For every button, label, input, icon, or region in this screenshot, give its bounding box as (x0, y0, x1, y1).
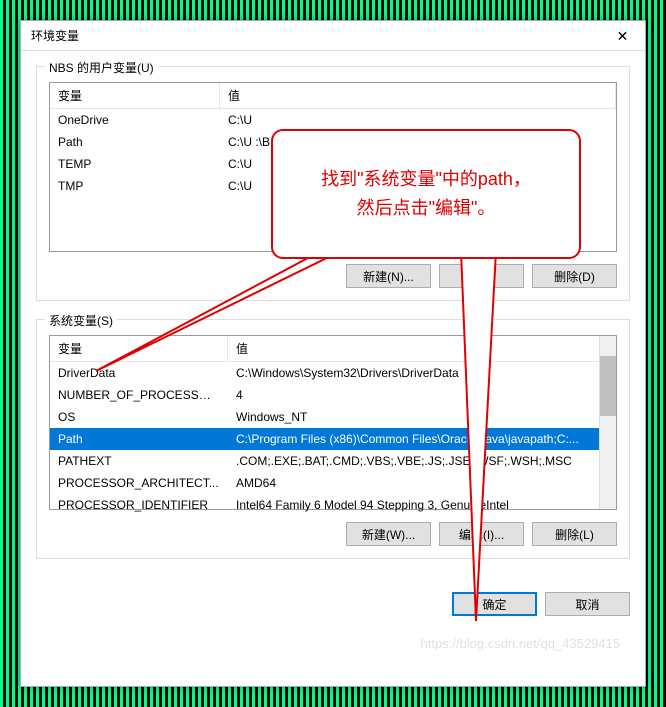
close-button[interactable]: ✕ (600, 21, 645, 51)
sys-delete-button[interactable]: 删除(L) (532, 522, 617, 546)
system-variables-group: 系统变量(S) 变量 值 DriverDataC:\Windows\System… (36, 319, 630, 559)
col-header-value[interactable]: 值 (228, 336, 616, 361)
table-row[interactable]: PROCESSOR_ARCHITECT...AMD64 (50, 472, 616, 494)
scroll-thumb[interactable] (600, 356, 616, 416)
table-row-selected[interactable]: PathC:\Program Files (x86)\Common Files\… (50, 428, 616, 450)
ok-button[interactable]: 确定 (452, 592, 537, 616)
watermark: https://blog.csdn.net/qq_43529415 (421, 636, 621, 651)
dialog-title: 环境变量 (31, 27, 79, 44)
table-row[interactable]: OSWindows_NT (50, 406, 616, 428)
annotation-callout: 找到"系统变量"中的path， 然后点击"编辑"。 (271, 129, 581, 259)
user-delete-button[interactable]: 删除(D) (532, 264, 617, 288)
sys-button-row: 新建(W)... 编辑(I)... 删除(L) (49, 522, 617, 546)
cancel-button[interactable]: 取消 (545, 592, 630, 616)
sys-new-button[interactable]: 新建(W)... (346, 522, 431, 546)
user-button-row: 新建(N)... 编 删除(D) (49, 264, 617, 288)
scrollbar[interactable] (599, 336, 616, 509)
table-row[interactable]: NUMBER_OF_PROCESSORS4 (50, 384, 616, 406)
sys-edit-button[interactable]: 编辑(I)... (439, 522, 524, 546)
callout-text: 找到"系统变量"中的path， 然后点击"编辑"。 (321, 165, 531, 223)
col-header-name[interactable]: 变量 (50, 83, 220, 108)
titlebar: 环境变量 ✕ (21, 21, 645, 51)
list-header: 变量 值 (50, 336, 616, 362)
list-body: DriverDataC:\Windows\System32\Drivers\Dr… (50, 362, 616, 516)
dialog-button-row: 确定 取消 (21, 592, 645, 631)
system-variables-list[interactable]: 变量 值 DriverDataC:\Windows\System32\Drive… (49, 335, 617, 510)
sys-group-label: 系统变量(S) (45, 312, 117, 329)
table-row[interactable]: PROCESSOR_IDENTIFIERIntel64 Family 6 Mod… (50, 494, 616, 516)
user-new-button[interactable]: 新建(N)... (346, 264, 431, 288)
list-header: 变量 值 (50, 83, 616, 109)
table-row[interactable]: OneDriveC:\U (50, 109, 616, 131)
env-variables-dialog: 环境变量 ✕ NBS 的用户变量(U) 变量 值 OneDriveC:\U Pa… (20, 20, 646, 687)
user-edit-button[interactable]: 编 (439, 264, 524, 288)
table-row[interactable]: PATHEXT.COM;.EXE;.BAT;.CMD;.VBS;.VBE;.JS… (50, 450, 616, 472)
table-row[interactable]: DriverDataC:\Windows\System32\Drivers\Dr… (50, 362, 616, 384)
user-group-label: NBS 的用户变量(U) (45, 59, 158, 76)
col-header-value[interactable]: 值 (220, 83, 616, 108)
col-header-name[interactable]: 变量 (50, 336, 228, 361)
